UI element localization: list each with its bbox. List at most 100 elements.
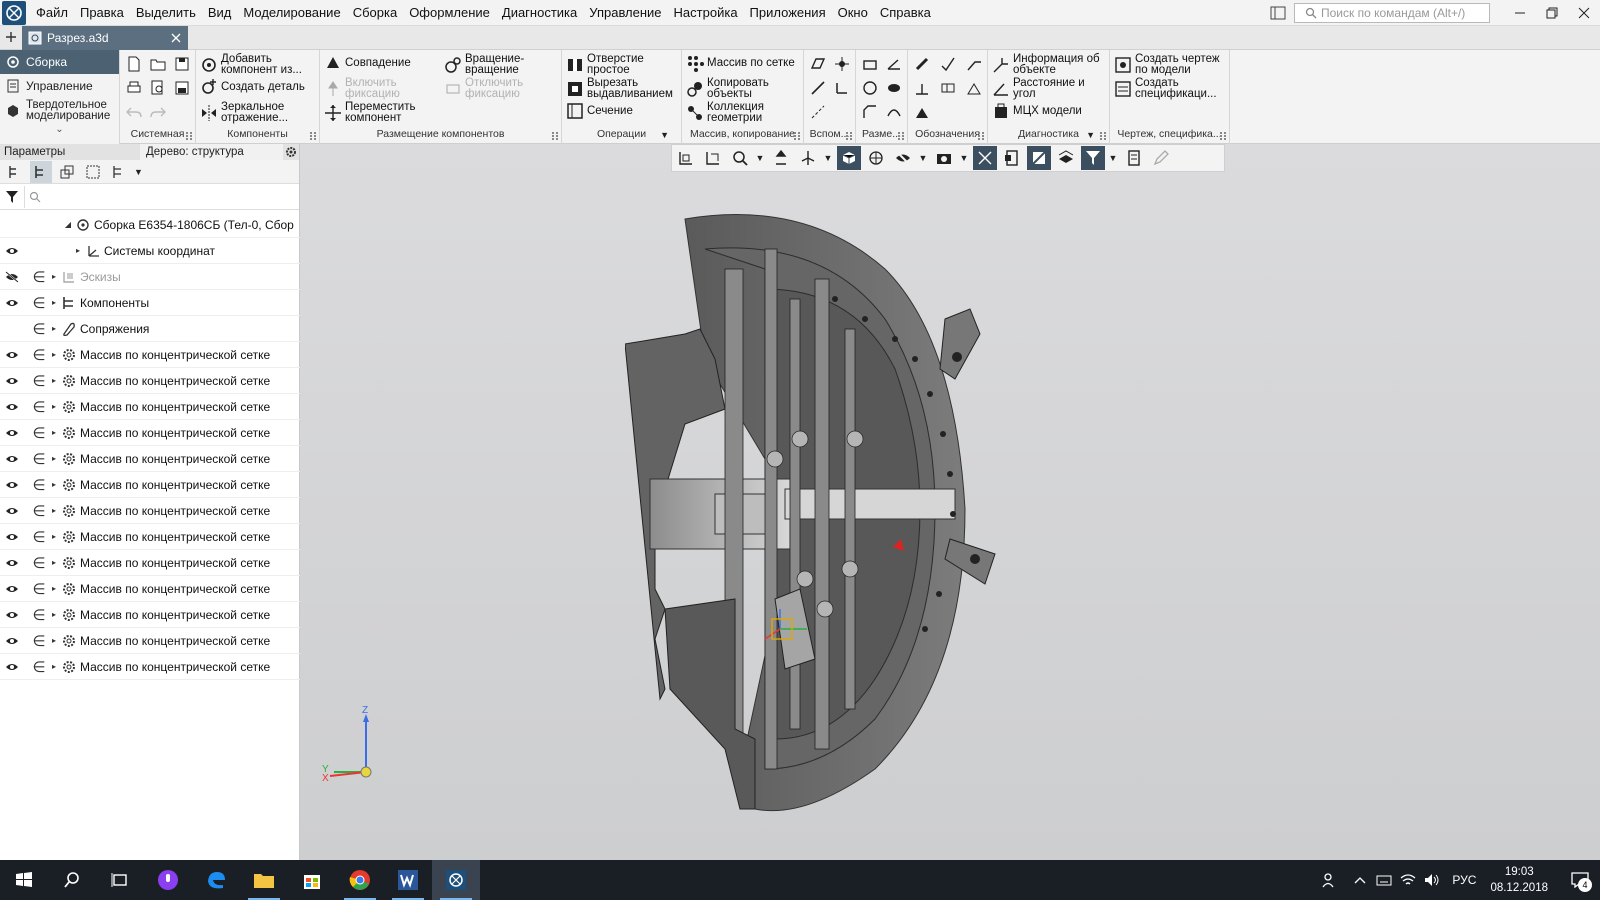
mode-solid-modeling[interactable]: Твердотельное моделирование <box>0 98 119 124</box>
view-normal-icon[interactable] <box>701 146 725 170</box>
menu-file[interactable]: Файл <box>30 0 74 26</box>
keyboard-icon[interactable] <box>1372 860 1396 900</box>
object-info-button[interactable]: Информация об объекте <box>992 53 1108 76</box>
dropdown-icon[interactable]: ▼ <box>1086 130 1095 140</box>
geometry-collection-button[interactable]: Коллекция геометрии <box>686 101 802 124</box>
rotation-button[interactable]: Вращение-вращение <box>444 53 554 76</box>
enable-fix-button[interactable]: Включить фиксацию <box>324 77 434 100</box>
tree-row-array[interactable]: ∈ ▸ Массив по концентрической сетке <box>0 420 300 446</box>
expand-arrow-icon[interactable]: ▸ <box>48 402 60 411</box>
rotate-dropdown-icon[interactable]: ▼ <box>823 153 833 163</box>
clock[interactable]: 19:03 08.12.2018 <box>1490 864 1548 896</box>
hole-simple-button[interactable]: Отверстие простое <box>566 53 680 76</box>
visibility-eye-icon[interactable] <box>0 428 24 438</box>
visibility-eye-icon[interactable] <box>0 350 24 360</box>
new-doc-icon[interactable] <box>124 54 144 74</box>
menu-design[interactable]: Оформление <box>403 0 496 26</box>
expand-arrow-icon[interactable]: ▸ <box>48 376 60 385</box>
shaded-cube-icon[interactable] <box>837 146 861 170</box>
menu-assembly[interactable]: Сборка <box>347 0 404 26</box>
chevron-up-icon[interactable] <box>1348 860 1372 900</box>
view-orient-icon[interactable] <box>674 146 698 170</box>
visibility-eye-icon[interactable] <box>0 480 24 490</box>
expand-arrow-icon[interactable]: ▸ <box>48 662 60 671</box>
tree-select-icon[interactable] <box>82 161 104 183</box>
expand-arrow-icon[interactable]: ▸ <box>48 506 60 515</box>
wireframe-icon[interactable] <box>864 146 888 170</box>
close-tab-icon[interactable] <box>168 30 184 46</box>
store-icon[interactable] <box>288 860 336 900</box>
mode-management[interactable]: Управление <box>0 74 119 98</box>
aux-point-icon[interactable] <box>832 54 852 74</box>
open-folder-icon[interactable] <box>148 54 168 74</box>
collapse-arrow-icon[interactable]: ◢ <box>62 220 74 229</box>
explorer-icon[interactable] <box>240 860 288 900</box>
explode-icon[interactable] <box>1000 146 1024 170</box>
kompas-logo-icon[interactable] <box>2 0 26 25</box>
spec-view-icon[interactable] <box>1122 146 1146 170</box>
redo-icon[interactable] <box>148 102 168 122</box>
tree-components-icon[interactable] <box>56 161 78 183</box>
tree-search-input[interactable] <box>24 185 299 208</box>
group-expand-icon[interactable] <box>310 132 316 140</box>
camera-dropdown-icon[interactable]: ▼ <box>959 153 969 163</box>
arc-dim-icon[interactable] <box>884 102 904 122</box>
expand-arrow-icon[interactable]: ▸ <box>48 350 60 359</box>
menu-edit[interactable]: Правка <box>74 0 130 26</box>
section-plane-icon[interactable] <box>1027 146 1051 170</box>
expand-modes-icon[interactable]: ⌄ <box>0 124 119 135</box>
cortana-icon[interactable] <box>144 860 192 900</box>
mode-assembly[interactable]: Сборка <box>0 50 119 74</box>
visibility-eye-icon[interactable] <box>0 376 24 386</box>
distance-angle-button[interactable]: Расстояние и угол <box>992 77 1108 100</box>
group-expand-icon[interactable] <box>552 132 558 140</box>
visibility-eye-icon[interactable] <box>0 610 24 620</box>
camera-icon[interactable] <box>932 146 956 170</box>
expand-arrow-icon[interactable]: ▸ <box>48 454 60 463</box>
visibility-dropdown-icon[interactable]: ▼ <box>918 153 928 163</box>
thread-icon[interactable] <box>912 54 932 74</box>
tree-sort-icon[interactable] <box>108 161 130 183</box>
expand-arrow-icon[interactable]: ▸ <box>48 636 60 645</box>
undo-icon[interactable] <box>124 102 144 122</box>
volume-icon[interactable] <box>1420 860 1444 900</box>
tree-row-array[interactable]: ∈ ▸ Массив по концентрической сетке <box>0 394 300 420</box>
tab-tree-structure[interactable]: Дерево: структура <box>140 144 283 160</box>
expand-arrow-icon[interactable]: ▸ <box>72 246 84 255</box>
visibility-eye-icon[interactable] <box>0 584 24 594</box>
group-expand-icon[interactable] <box>794 132 800 140</box>
word-icon[interactable] <box>384 860 432 900</box>
3d-model-section[interactable] <box>625 209 1045 819</box>
leader-icon[interactable] <box>964 54 984 74</box>
aux-plane-icon[interactable] <box>808 54 828 74</box>
tree-row-sketches[interactable]: ∈ ▸ Эскизы <box>0 264 300 290</box>
rotate-view-icon[interactable] <box>796 146 820 170</box>
menu-modeling[interactable]: Моделирование <box>237 0 346 26</box>
pan-icon[interactable] <box>769 146 793 170</box>
pencil-icon[interactable] <box>1149 146 1173 170</box>
group-expand-icon[interactable] <box>1220 132 1226 140</box>
menu-diagnostics[interactable]: Диагностика <box>496 0 583 26</box>
layers-icon[interactable] <box>1054 146 1078 170</box>
tree-hierarchy-icon[interactable] <box>30 160 52 183</box>
group-expand-icon[interactable] <box>978 132 984 140</box>
tree-row-array[interactable]: ∈ ▸ Массив по концентрической сетке <box>0 654 300 680</box>
expand-arrow-icon[interactable]: ▸ <box>48 610 60 619</box>
tree-row-array[interactable]: ∈ ▸ Массив по концентрической сетке <box>0 472 300 498</box>
menu-help[interactable]: Справка <box>874 0 937 26</box>
kompas-icon[interactable] <box>432 860 480 900</box>
visibility-icon[interactable] <box>891 146 915 170</box>
menu-select[interactable]: Выделить <box>130 0 202 26</box>
expand-arrow-icon[interactable]: ▸ <box>48 480 60 489</box>
gear-icon[interactable] <box>283 144 299 160</box>
grid-array-button[interactable]: Массив по сетке <box>686 54 802 72</box>
group-expand-icon[interactable] <box>898 132 904 140</box>
wifi-icon[interactable] <box>1396 860 1420 900</box>
add-component-button[interactable]: Добавить компонент из... <box>200 53 318 76</box>
visibility-eye-icon[interactable] <box>0 532 24 542</box>
tree-row-array[interactable]: ∈ ▸ Массив по концентрической сетке <box>0 446 300 472</box>
expand-arrow-icon[interactable]: ▸ <box>48 324 60 333</box>
start-icon[interactable] <box>0 860 48 900</box>
menu-management[interactable]: Управление <box>583 0 667 26</box>
radial-dim-icon[interactable] <box>860 78 880 98</box>
